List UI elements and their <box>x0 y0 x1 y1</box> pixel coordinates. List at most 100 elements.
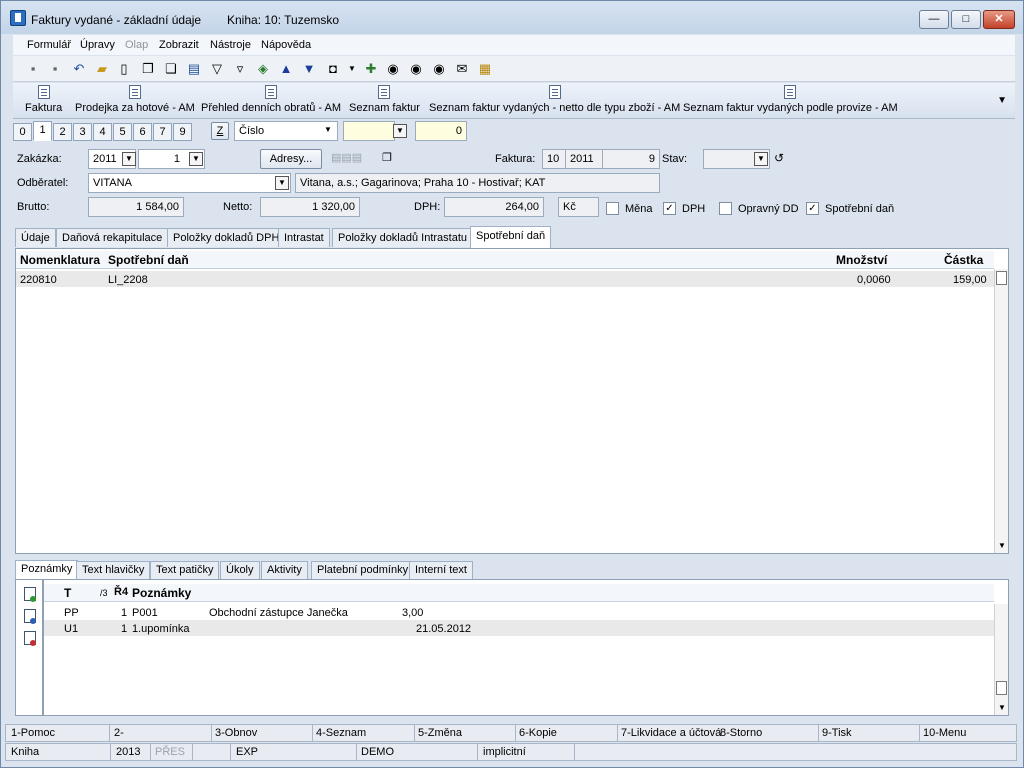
faktura-number-field[interactable]: 9 <box>602 149 660 169</box>
close-button[interactable]: ✕ <box>983 10 1015 29</box>
tab-spotrebni-dan[interactable]: Spotřební daň <box>470 226 552 248</box>
binoculars-search-icon[interactable]: ◉ <box>431 61 447 77</box>
maximize-button[interactable]: □ <box>951 10 981 29</box>
chevron-down-icon[interactable]: ▼ <box>321 124 335 138</box>
scroll-down-icon[interactable]: ▼ <box>998 703 1006 712</box>
column-header-order[interactable]: /3 <box>100 588 108 598</box>
chevron-down-icon[interactable]: ▼ <box>754 152 768 166</box>
more-reports-icon[interactable]: ▼ <box>997 95 1007 106</box>
copy-icon[interactable]: ❐ <box>140 61 156 77</box>
book-icon[interactable]: ▤ <box>186 61 202 77</box>
tab-polozky-dph[interactable]: Položky dokladů DPH <box>167 228 286 247</box>
dph-checkbox[interactable]: ✓ <box>663 202 676 215</box>
scroll-thumb[interactable] <box>996 681 1007 695</box>
binoculars-next-icon[interactable]: ◉ <box>408 61 424 77</box>
chevron-down-icon[interactable]: ▼ <box>393 124 407 138</box>
column-header-row[interactable]: Ř4 <box>114 586 128 598</box>
scroll-down-icon[interactable]: ▼ <box>998 541 1006 550</box>
opravny-dd-checkbox[interactable] <box>719 202 732 215</box>
tab-interni-text[interactable]: Interní text <box>409 561 473 579</box>
binoculars-icon[interactable]: ◉ <box>385 61 401 77</box>
sort-z-button[interactable]: Z <box>211 122 229 140</box>
tab-poznamky[interactable]: Poznámky <box>15 560 79 580</box>
tab-udaje[interactable]: Údaje <box>15 228 56 247</box>
f6-button[interactable]: 6-Kopie <box>519 727 557 739</box>
spotrebni-dan-checkbox[interactable]: ✓ <box>806 202 819 215</box>
column-header-spotrebni-dan[interactable]: Spotřební daň <box>108 253 189 267</box>
f7-button[interactable]: 7-Likvidace a účtová <box>621 727 721 739</box>
report-faktura[interactable]: Faktura <box>25 85 62 114</box>
page-tab-5[interactable]: 5 <box>113 123 132 141</box>
page-tab-1[interactable]: 1 <box>33 121 52 141</box>
page-tab-9[interactable]: 9 <box>173 123 192 141</box>
f9-button[interactable]: 9-Tisk <box>822 727 852 739</box>
faktura-book-field[interactable]: 10 <box>542 149 566 169</box>
grid-scrollbar[interactable]: ▼ <box>994 269 1008 553</box>
report-seznam-faktur[interactable]: Seznam faktur <box>349 85 420 114</box>
mail-icon[interactable]: ✉ <box>454 61 470 77</box>
save-icon[interactable]: ▪ <box>25 61 41 77</box>
notes-scrollbar[interactable]: ▼ <box>994 604 1008 715</box>
chevron-down-icon[interactable]: ▼ <box>122 152 136 166</box>
table-row[interactable]: PP 1 P001 Obchodní zástupce Janečka 3,00 <box>44 604 994 620</box>
report-netto[interactable]: Seznam faktur vydaných - netto dle typu … <box>429 85 680 114</box>
sort-search-input[interactable] <box>343 121 395 141</box>
table-row[interactable]: 220810 LI_2208 0,0060 159,00 <box>16 271 994 287</box>
edit-note-icon[interactable] <box>24 609 36 624</box>
column-header-mnozstvi[interactable]: Množství <box>836 253 887 267</box>
menu-nastroje[interactable]: Nástroje <box>210 39 251 51</box>
history-icon[interactable]: ↺ <box>774 151 784 165</box>
stack-icon[interactable]: ◈ <box>255 61 271 77</box>
tab-intrastat[interactable]: Intrastat <box>278 228 330 247</box>
f10-button[interactable]: 10-Menu <box>923 727 966 739</box>
notes-icon[interactable]: ▦ <box>477 61 493 77</box>
minimize-button[interactable]: — <box>919 10 949 29</box>
sort-value-field[interactable]: 0 <box>415 121 467 141</box>
tab-text-hlavicky[interactable]: Text hlavičky <box>76 561 151 579</box>
page-tab-7[interactable]: 7 <box>153 123 172 141</box>
column-header-poznamky[interactable]: Poznámky <box>132 586 191 600</box>
page-tab-4[interactable]: 4 <box>93 123 112 141</box>
add-note-icon[interactable] <box>24 587 36 602</box>
scroll-thumb[interactable] <box>996 271 1007 285</box>
faktura-year-field[interactable]: 2011 <box>565 149 603 169</box>
down-arrow-icon[interactable]: ▼ <box>301 61 317 77</box>
report-provize[interactable]: Seznam faktur vydaných podle provize - A… <box>683 85 898 114</box>
chevron-down-icon[interactable]: ▼ <box>189 152 203 166</box>
tab-danova-rekapitulace[interactable]: Daňová rekapitulace <box>56 228 169 247</box>
report-prehled[interactable]: Přehled denních obratů - AM <box>201 85 341 114</box>
copy-doc-icon[interactable]: ❐ <box>382 151 392 164</box>
f8-button[interactable]: 8-Storno <box>720 727 762 739</box>
f3-button[interactable]: 3-Obnov <box>215 727 257 739</box>
menu-napoveda[interactable]: Nápověda <box>261 39 311 51</box>
menu-formular[interactable]: Formulář <box>27 39 71 51</box>
save-all-icon[interactable]: ▪ <box>47 61 63 77</box>
menu-upravy[interactable]: Úpravy <box>80 39 115 51</box>
open-folder-icon[interactable]: ▰ <box>94 61 110 77</box>
tab-polozky-intrastatu[interactable]: Položky dokladů Intrastatu <box>332 228 474 247</box>
menu-zobrazit[interactable]: Zobrazit <box>159 39 199 51</box>
undo-icon[interactable]: ↶ <box>71 61 87 77</box>
f4-button[interactable]: 4-Seznam <box>316 727 366 739</box>
new-document-icon[interactable]: ▯ <box>116 61 132 77</box>
filter-icon[interactable]: ▽ <box>209 61 225 77</box>
page-tab-6[interactable]: 6 <box>133 123 152 141</box>
camera-icon[interactable]: ◘ <box>325 61 341 77</box>
odberatel-field[interactable]: VITANA <box>88 173 291 193</box>
f2-button[interactable]: 2- <box>114 727 124 739</box>
f5-button[interactable]: 5-Změna <box>418 727 462 739</box>
filter-list-icon[interactable]: ▿ <box>232 61 248 77</box>
tab-aktivity[interactable]: Aktivity <box>261 561 308 579</box>
table-row[interactable]: U1 1 1.upomínka 21.05.2012 <box>44 620 994 636</box>
report-prodejka[interactable]: Prodejka za hotové - AM <box>75 85 195 114</box>
paste-icon[interactable]: ❏ <box>163 61 179 77</box>
refresh-icon[interactable]: ✚ <box>363 61 379 77</box>
adresy-button[interactable]: Adresy... <box>260 149 322 169</box>
page-tab-0[interactable]: 0 <box>13 123 32 141</box>
tab-ukoly[interactable]: Úkoly <box>220 561 260 579</box>
chevron-down-icon[interactable]: ▼ <box>275 176 289 190</box>
page-tab-2[interactable]: 2 <box>53 123 72 141</box>
column-header-t[interactable]: T <box>64 586 71 600</box>
delete-note-icon[interactable] <box>24 631 36 646</box>
tab-platebni-podminky[interactable]: Platební podmínky <box>311 561 415 579</box>
